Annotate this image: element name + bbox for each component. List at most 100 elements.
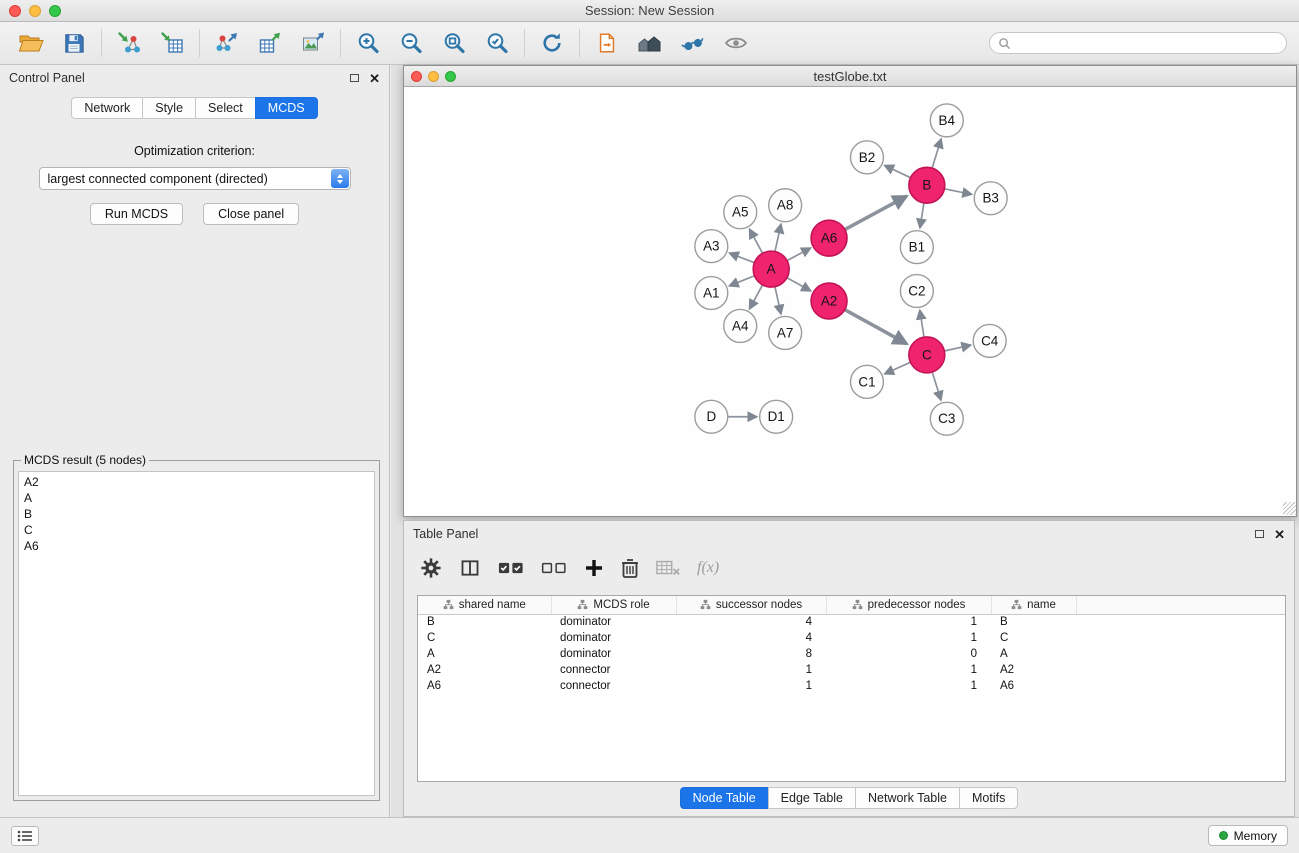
result-item-c[interactable]: C [24,522,369,538]
graph-edge-A6-B[interactable] [845,196,907,229]
graph-edge-A-A2[interactable] [787,278,811,291]
open-session-button[interactable] [10,25,52,61]
tab-select[interactable]: Select [195,97,255,119]
network-graph[interactable]: B4B2BB3A8A5A6A3B1AC2A1A2A4A7C4CC1DD1C3 [404,87,1296,515]
graph-node-A1[interactable]: A1 [695,277,728,310]
close-table-panel-icon[interactable]: ✕ [1274,528,1285,541]
export-image-button[interactable] [292,25,334,61]
zoom-selected-button[interactable] [476,25,518,61]
result-item-b[interactable]: B [24,506,369,522]
tab-style[interactable]: Style [142,97,195,119]
column-header-MCDS-role[interactable]: MCDS role [551,596,676,614]
graph-node-A7[interactable]: A7 [769,316,802,349]
toggle-view-button[interactable] [715,25,757,61]
show-columns-button[interactable] [459,556,481,580]
graph-node-A2[interactable]: A2 [811,283,847,319]
apply-layout-button[interactable] [531,25,573,61]
column-header-name[interactable]: name [991,596,1076,614]
export-network-button[interactable] [206,25,248,61]
zoom-fit-button[interactable] [433,25,475,61]
import-table-button[interactable] [151,25,193,61]
graph-node-D1[interactable]: D1 [760,400,793,433]
select-all-button[interactable] [498,556,524,580]
graph-edge-A-A8[interactable] [775,224,781,251]
save-session-button[interactable] [53,25,95,61]
graph-node-C[interactable]: C [909,337,945,373]
graph-edge-C-C2[interactable] [920,310,924,337]
function-builder-button[interactable]: f(x) [697,556,719,580]
add-column-button[interactable] [584,556,604,580]
deselect-all-button[interactable] [541,556,567,580]
table-row[interactable]: Bdominator41B [418,614,1285,630]
graph-node-A8[interactable]: A8 [769,189,802,222]
graph-node-A[interactable]: A [753,251,789,287]
zoom-in-button[interactable] [347,25,389,61]
tab-edge-table[interactable]: Edge Table [768,787,855,809]
tab-motifs[interactable]: Motifs [959,787,1018,809]
memory-button[interactable]: Memory [1208,825,1288,846]
result-item-a2[interactable]: A2 [24,474,369,490]
column-header-successor-nodes[interactable]: successor nodes [676,596,826,614]
zoom-window-button[interactable] [49,5,61,17]
delete-column-button[interactable] [621,556,639,580]
graph-node-B2[interactable]: B2 [850,141,883,174]
close-panel-button[interactable]: Close panel [203,203,299,225]
graph-node-B1[interactable]: B1 [900,231,933,264]
export-table-button[interactable] [249,25,291,61]
graph-edge-A-A4[interactable] [750,285,763,309]
resize-grip[interactable] [1283,502,1296,515]
graph-node-C4[interactable]: C4 [973,324,1006,357]
table-row[interactable]: A6connector11A6 [418,678,1285,694]
tab-mcds[interactable]: MCDS [255,97,318,119]
search-input[interactable] [1016,36,1278,50]
graph-edge-B-B3[interactable] [944,189,971,194]
network-canvas[interactable]: B4B2BB3A8A5A6A3B1AC2A1A2A4A7C4CC1DD1C3 [404,87,1296,515]
graph-edge-A-A6[interactable] [787,248,811,261]
task-history-button[interactable] [11,826,39,846]
network-window-titlebar[interactable]: testGlobe.txt [404,66,1296,87]
close-panel-icon[interactable]: ✕ [369,72,380,85]
graph-node-A6[interactable]: A6 [811,220,847,256]
table-settings-button[interactable] [420,556,442,580]
tab-network[interactable]: Network [71,97,142,119]
network-overview-button[interactable] [672,25,714,61]
graph-edge-C-C4[interactable] [944,345,970,351]
result-item-a[interactable]: A [24,490,369,506]
graph-edge-B-B1[interactable] [920,203,924,228]
optimization-dropdown[interactable]: largest connected component (directed) [39,167,351,190]
import-network-button[interactable] [108,25,150,61]
minimize-network-button[interactable] [428,71,439,82]
graph-node-B3[interactable]: B3 [974,182,1007,215]
run-mcds-button[interactable]: Run MCDS [90,203,183,225]
graph-node-C3[interactable]: C3 [930,402,963,435]
graph-node-B4[interactable]: B4 [930,104,963,137]
graph-node-A3[interactable]: A3 [695,230,728,263]
close-network-button[interactable] [411,71,422,82]
graph-edge-A-A1[interactable] [729,276,754,286]
float-panel-icon[interactable] [350,74,359,82]
graph-node-A5[interactable]: A5 [724,196,757,229]
zoom-out-button[interactable] [390,25,432,61]
tab-network-table[interactable]: Network Table [855,787,959,809]
graph-edge-A-A3[interactable] [729,253,754,263]
graph-node-A4[interactable]: A4 [724,309,757,342]
graph-edge-B-B2[interactable] [885,166,911,178]
graph-edge-A-A5[interactable] [750,229,763,253]
table-row[interactable]: Cdominator41C [418,630,1285,646]
mcds-result-list[interactable]: A2ABCA6 [18,471,375,796]
zoom-network-button[interactable] [445,71,456,82]
delete-table-button[interactable] [656,556,680,580]
graph-node-C1[interactable]: C1 [850,365,883,398]
float-table-panel-icon[interactable] [1255,530,1264,538]
graph-edge-C-C3[interactable] [932,372,941,400]
column-header-predecessor-nodes[interactable]: predecessor nodes [826,596,991,614]
result-item-a6[interactable]: A6 [24,538,369,554]
search-field[interactable] [989,32,1287,54]
graph-node-D[interactable]: D [695,400,728,433]
tab-node-table[interactable]: Node Table [680,787,768,809]
home-view-button[interactable] [629,25,671,61]
graph-node-B[interactable]: B [909,167,945,203]
close-window-button[interactable] [9,5,21,17]
graph-edge-A-A7[interactable] [775,287,781,314]
column-header-shared-name[interactable]: shared name [418,596,551,614]
